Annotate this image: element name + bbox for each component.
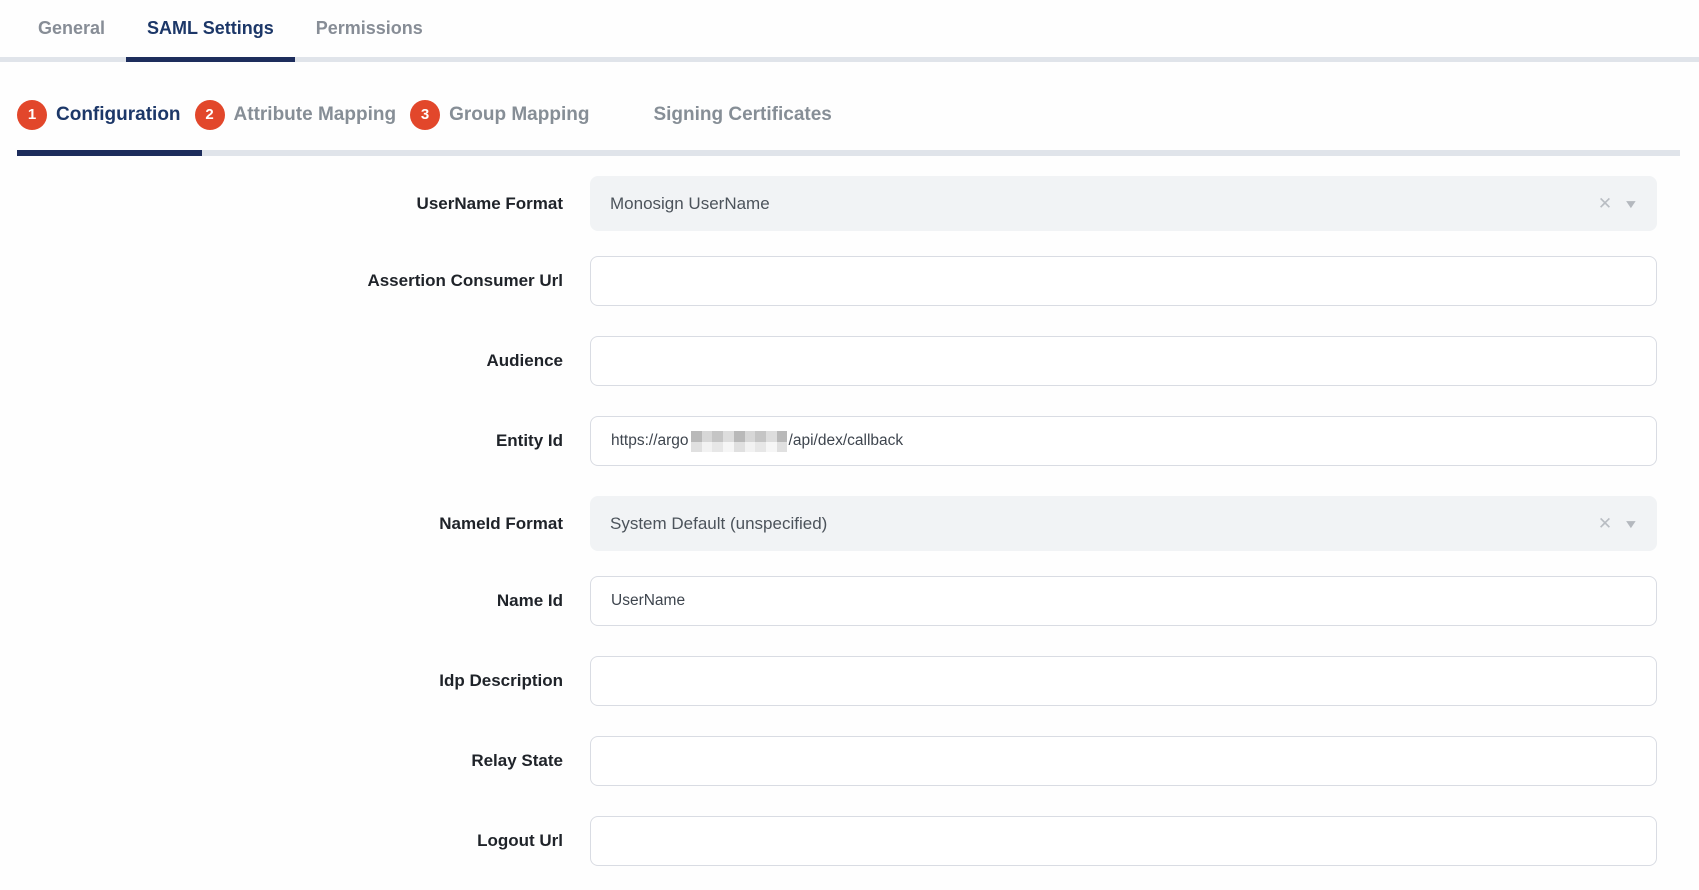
settings-tabbar: General SAML Settings Permissions <box>0 0 1699 62</box>
audience-input[interactable] <box>590 336 1657 386</box>
form-row-nameid-format: NameId Format System Default (unspecifie… <box>0 496 1699 551</box>
assertion-consumer-url-input[interactable] <box>590 256 1657 306</box>
nameid-format-label: NameId Format <box>0 514 563 534</box>
tab-permissions-label: Permissions <box>316 18 423 39</box>
clear-icon[interactable]: ✕ <box>1598 515 1612 532</box>
tab-general[interactable]: General <box>17 0 126 57</box>
form-row-name-id: Name Id <box>0 576 1699 626</box>
logout-url-label: Logout Url <box>0 831 563 851</box>
step-attribute-mapping[interactable]: 2 Attribute Mapping <box>195 100 397 130</box>
nameid-format-select-controls: ✕ ▼ <box>1598 496 1637 551</box>
idp-description-input[interactable] <box>590 656 1657 706</box>
redacted-pixelated-block <box>691 431 787 452</box>
logout-url-input[interactable] <box>590 816 1657 866</box>
form-row-relay-state: Relay State <box>0 736 1699 786</box>
form-row-assertion-consumer-url: Assertion Consumer Url <box>0 256 1699 306</box>
step-group-mapping[interactable]: 3 Group Mapping <box>410 100 589 130</box>
form-row-idp-description: Idp Description <box>0 656 1699 706</box>
step-1-number-badge: 1 <box>17 100 47 130</box>
chevron-down-icon[interactable]: ▼ <box>1623 198 1639 210</box>
nameid-format-select[interactable]: System Default (unspecified) ✕ ▼ <box>590 496 1657 551</box>
username-format-select-controls: ✕ ▼ <box>1598 176 1637 231</box>
tab-saml-settings[interactable]: SAML Settings <box>126 0 295 57</box>
tab-general-label: General <box>38 18 105 39</box>
step-signing-certificates-entry: Group Mapping <box>449 104 589 126</box>
step-configuration-label: Configuration <box>56 104 181 126</box>
stepper-progress-track <box>17 150 1680 156</box>
username-format-select[interactable]: Monosign UserName ✕ ▼ <box>590 176 1657 231</box>
relay-state-input[interactable] <box>590 736 1657 786</box>
saml-configuration-form: UserName Format Monosign UserName ✕ ▼ As… <box>0 176 1699 866</box>
username-format-selected-value: Monosign UserName <box>610 194 770 214</box>
form-row-entity-id: Entity Id https://argo /api/dex/callback <box>0 416 1699 466</box>
name-id-label: Name Id <box>0 591 563 611</box>
relay-state-label: Relay State <box>0 751 563 771</box>
chevron-down-icon[interactable]: ▼ <box>1623 518 1639 530</box>
form-row-logout-url: Logout Url <box>0 816 1699 866</box>
nameid-format-selected-value: System Default (unspecified) <box>610 514 827 534</box>
form-row-username-format: UserName Format Monosign UserName ✕ ▼ <box>0 176 1699 231</box>
entity-id-label: Entity Id <box>0 431 563 451</box>
assertion-consumer-url-label: Assertion Consumer Url <box>0 271 563 291</box>
step-signing-certificates-label: Signing Certificates <box>653 104 831 126</box>
tab-saml-settings-label: SAML Settings <box>147 18 274 39</box>
username-format-label: UserName Format <box>0 194 563 214</box>
entity-id-value-prefix: https://argo <box>611 432 689 450</box>
stepper-progress-fill <box>17 150 202 156</box>
name-id-input[interactable] <box>590 576 1657 626</box>
saml-wizard-stepper: 1 Configuration 2 Attribute Mapping 3 Gr… <box>0 98 1699 131</box>
idp-description-label: Idp Description <box>0 671 563 691</box>
audience-label: Audience <box>0 351 563 371</box>
step-3-number-badge: 3 <box>410 100 440 130</box>
step-2-number-badge: 2 <box>195 100 225 130</box>
tab-permissions[interactable]: Permissions <box>295 0 444 57</box>
clear-icon[interactable]: ✕ <box>1598 195 1612 212</box>
entity-id-input[interactable]: https://argo /api/dex/callback <box>590 416 1657 466</box>
step-configuration[interactable]: 1 Configuration <box>17 100 181 130</box>
step-signing-certificates[interactable]: Signing Certificates <box>653 104 831 126</box>
entity-id-value-suffix: /api/dex/callback <box>789 432 904 450</box>
form-row-audience: Audience <box>0 336 1699 386</box>
step-attribute-mapping-label: Attribute Mapping <box>234 104 397 126</box>
